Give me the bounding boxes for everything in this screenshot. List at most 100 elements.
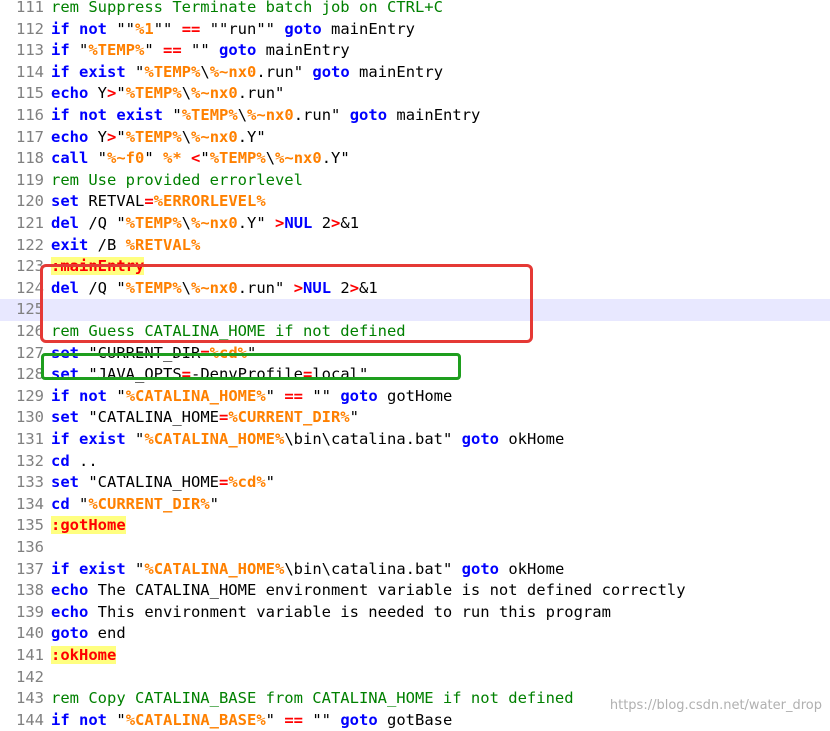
line-number: 138	[16, 581, 44, 600]
code-line[interactable]: 120 set RETVAL=%ERRORLEVEL%	[0, 191, 830, 213]
code-token: ==	[284, 710, 304, 729]
code-token: echo	[51, 581, 89, 600]
code-line[interactable]: 119 rem Use provided errorlevel	[0, 170, 830, 192]
line-code: cd ..	[51, 451, 98, 473]
code-token: "	[69, 41, 89, 60]
code-token: call	[51, 149, 89, 168]
code-token: goto	[340, 386, 378, 405]
code-line[interactable]: 111 rem Suppress Terminate batch job on C…	[0, 0, 830, 19]
line-code: set "CURRENT_DIR=%cd%"	[51, 343, 256, 365]
code-token: "	[265, 386, 285, 405]
code-line[interactable]: 142	[0, 667, 830, 689]
code-line[interactable]: 128 set "JAVA_OPTS=-DenvProfile=local"	[0, 364, 830, 386]
code-token: \	[200, 62, 210, 81]
line-number: 137	[16, 559, 44, 578]
line-code: if not ""%1"" == ""run"" goto mainEntry	[51, 19, 415, 41]
line-code: if exist "%CATALINA_HOME%\bin\catalina.b…	[51, 559, 564, 581]
code-token: /Q "	[79, 214, 126, 232]
code-token: %TEMP%	[181, 106, 238, 124]
code-line[interactable]: 141:okHome	[0, 645, 830, 667]
code-token: ""	[303, 710, 341, 729]
code-token: "	[116, 84, 126, 103]
code-token: %~nx0	[275, 149, 322, 168]
line-number: 141	[16, 646, 44, 664]
code-line[interactable]: 127 set "CURRENT_DIR=%cd%"	[0, 343, 830, 365]
code-token: %TEMP%	[144, 62, 201, 81]
code-line[interactable]: 131 if exist "%CATALINA_HOME%\bin\catalin…	[0, 429, 830, 451]
line-number: 122	[16, 235, 44, 254]
code-line[interactable]: 132 cd ..	[0, 451, 830, 473]
code-line[interactable]: 123:mainEntry	[0, 256, 830, 278]
code-token: %~f0	[107, 149, 145, 168]
code-token: set	[51, 365, 79, 384]
code-token: .run"	[293, 106, 350, 124]
code-line[interactable]: 122 exit /B %RETVAL%	[0, 235, 830, 257]
line-number: 134	[16, 494, 44, 513]
code-line[interactable]: 124 del /Q "%TEMP%\%~nx0.run" >NUL 2>&1	[0, 278, 830, 300]
code-line[interactable]: 116 if not exist "%TEMP%\%~nx0.run" goto …	[0, 105, 830, 127]
code-line[interactable]: 112 if not ""%1"" == ""run"" goto mainEnt…	[0, 19, 830, 41]
code-token: \	[181, 214, 192, 232]
code-line[interactable]: 125	[0, 299, 830, 321]
code-token: %cd%	[228, 473, 266, 492]
line-number: 140	[16, 624, 44, 643]
code-token: &1	[340, 214, 360, 232]
code-token: \	[181, 278, 192, 297]
code-token: gotHome	[377, 386, 453, 405]
code-line[interactable]: 130 set "CATALINA_HOME=%CURRENT_DIR%"	[0, 407, 830, 429]
code-token: &1	[359, 278, 378, 297]
code-line[interactable]: 126 rem Guess CATALINA_HOME if not define…	[0, 321, 830, 343]
line-code: echo Y>"%TEMP%\%~nx0.run"	[51, 83, 284, 105]
code-line[interactable]: 113 if "%TEMP%" == "" goto mainEntry	[0, 40, 830, 62]
code-token: 2	[331, 278, 350, 297]
code-token: \	[181, 127, 192, 146]
code-token: ""run""	[200, 19, 285, 38]
code-line[interactable]: 138 echo The CATALINA_HOME environment va…	[0, 580, 830, 602]
code-token: .Y"	[237, 214, 276, 232]
code-token: set	[51, 473, 79, 492]
code-line[interactable]: 121 del /Q "%TEMP%\%~nx0.Y" >NUL 2>&1	[0, 213, 830, 235]
code-token: ""	[153, 19, 182, 38]
code-line[interactable]: 114 if exist "%TEMP%\%~nx0.run" goto main…	[0, 62, 830, 84]
code-token: goto	[340, 710, 378, 729]
code-line[interactable]: 136	[0, 537, 830, 559]
code-token: >	[275, 214, 285, 232]
code-token: %*	[163, 149, 182, 168]
code-line[interactable]: 134 cd "%CURRENT_DIR%"	[0, 494, 830, 516]
code-line[interactable]: 118 call "%~f0" %* <"%TEMP%\%~nx0.Y"	[0, 148, 830, 170]
line-number: 113	[16, 41, 44, 60]
code-line[interactable]: 140 goto end	[0, 623, 830, 645]
code-token: if	[51, 62, 70, 81]
line-number: 115	[16, 84, 44, 103]
line-code: echo The CATALINA_HOME environment varia…	[51, 580, 686, 602]
code-token: =	[218, 408, 229, 427]
code-line[interactable]: 133 set "CATALINA_HOME=%cd%"	[0, 472, 830, 494]
code-line[interactable]: 137 if exist "%CATALINA_HOME%\bin\catalin…	[0, 559, 830, 581]
code-token: <	[191, 149, 201, 168]
code-line[interactable]: 135:gotHome	[0, 515, 830, 537]
line-number: 126	[16, 322, 44, 340]
code-line[interactable]: 117 echo Y>"%TEMP%\%~nx0.Y"	[0, 127, 830, 149]
code-line[interactable]: 115 echo Y>"%TEMP%\%~nx0.run"	[0, 83, 830, 105]
line-code: echo Y>"%TEMP%\%~nx0.Y"	[51, 127, 266, 149]
code-token: .run"	[237, 84, 285, 103]
line-number: 131	[16, 430, 44, 448]
code-token: %CATALINA_BASE%	[125, 710, 266, 729]
code-token: if	[51, 19, 70, 38]
code-token: "JAVA_OPTS	[79, 365, 182, 384]
code-editor[interactable]: 111 rem Suppress Terminate batch job on C…	[0, 0, 830, 729]
line-code: rem Guess CATALINA_HOME if not defined	[51, 321, 406, 343]
line-number: 132	[16, 451, 44, 470]
code-token: goto	[312, 62, 350, 81]
code-line[interactable]: 129 if not "%CATALINA_HOME%" == "" goto g…	[0, 386, 830, 408]
code-line[interactable]: 139 echo This environment variable is nee…	[0, 602, 830, 624]
line-number: 129	[16, 386, 44, 405]
code-token: %1	[135, 19, 154, 38]
code-token: Y	[88, 127, 107, 146]
code-token: ==	[284, 386, 304, 405]
code-token: rem Suppress Terminate batch job on CTRL…	[51, 0, 443, 16]
line-number: 139	[16, 602, 44, 621]
line-number: 118	[16, 149, 44, 168]
